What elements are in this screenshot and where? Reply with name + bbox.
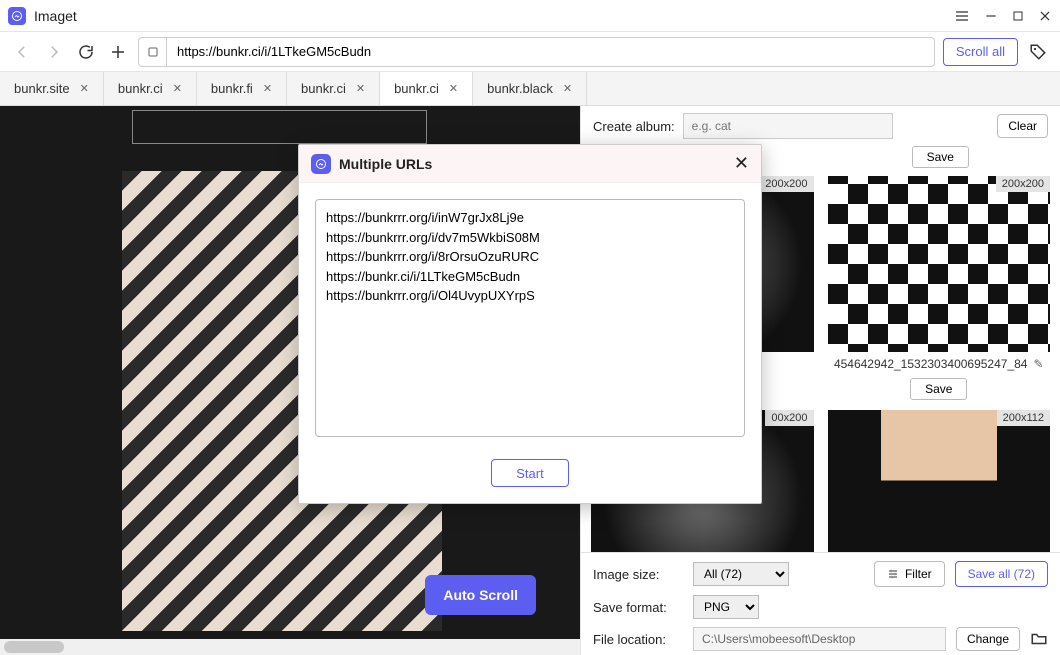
tab-5[interactable]: bunkr.black ✕: [473, 72, 587, 105]
nav-toolbar: Scroll all: [0, 32, 1060, 72]
dialog-title: Multiple URLs: [339, 156, 734, 172]
tab-label: bunkr.ci: [118, 81, 163, 96]
titlebar: Imaget: [0, 0, 1060, 32]
app-title: Imaget: [34, 8, 954, 24]
save-format-label: Save format:: [593, 600, 683, 615]
close-tab-icon[interactable]: ✕: [449, 82, 458, 95]
thumbnail[interactable]: 200x200 454642942_1532303400695247_84 ✎ …: [828, 176, 1051, 406]
urls-textarea[interactable]: [315, 199, 745, 437]
image-size-select[interactable]: All (72): [693, 562, 789, 586]
tab-4[interactable]: bunkr.ci ✕: [380, 72, 473, 105]
back-icon[interactable]: [10, 40, 34, 64]
dialog-body: [299, 183, 761, 459]
page-header-box: [132, 110, 427, 144]
save-format-select[interactable]: PNG: [693, 595, 759, 619]
close-tab-icon[interactable]: ✕: [80, 82, 89, 95]
image-size-row: Image size: All (72) Filter Save all (72…: [593, 561, 1048, 587]
file-location-input[interactable]: [693, 627, 946, 651]
file-location-label: File location:: [593, 632, 683, 647]
album-row: Create album: Clear: [581, 106, 1060, 146]
tab-label: bunkr.ci: [301, 81, 346, 96]
sliders-icon: [887, 568, 899, 580]
dimension-badge: 200x112: [997, 410, 1050, 426]
tab-label: bunkr.black: [487, 81, 553, 96]
edit-caption-icon[interactable]: ✎: [1033, 357, 1043, 371]
save-button[interactable]: Save: [910, 378, 967, 400]
folder-icon[interactable]: [1030, 630, 1048, 648]
forward-icon[interactable]: [42, 40, 66, 64]
app-logo-icon: [8, 7, 26, 25]
add-tab-icon[interactable]: [106, 40, 130, 64]
address-input[interactable]: [166, 37, 935, 67]
tab-0[interactable]: bunkr.site ✕: [0, 72, 104, 105]
image-size-label: Image size:: [593, 567, 683, 582]
tag-icon[interactable]: [1026, 40, 1050, 64]
window-controls: [954, 8, 1052, 24]
clear-button[interactable]: Clear: [997, 114, 1048, 138]
tab-label: bunkr.site: [14, 81, 70, 96]
auto-scroll-button[interactable]: Auto Scroll: [425, 575, 536, 615]
dialog-header: Multiple URLs ✕: [299, 145, 761, 183]
thumbnail-image: 200x200: [828, 176, 1051, 352]
save-format-row: Save format: PNG: [593, 595, 1048, 619]
reload-icon[interactable]: [74, 40, 98, 64]
bottom-controls: Image size: All (72) Filter Save all (72…: [581, 552, 1060, 655]
filter-label: Filter: [905, 567, 932, 581]
address-wrap: [138, 37, 935, 67]
close-tab-icon[interactable]: ✕: [356, 82, 365, 95]
file-location-row: File location: Change: [593, 627, 1048, 651]
maximize-icon[interactable]: [1012, 10, 1024, 22]
tab-strip: bunkr.site ✕ bunkr.ci ✕ bunkr.fi ✕ bunkr.ci…: [0, 72, 1060, 106]
create-album-label: Create album:: [593, 119, 675, 134]
multiple-urls-dialog: Multiple URLs ✕ Start: [298, 144, 762, 504]
filter-button[interactable]: Filter: [874, 561, 945, 587]
dimension-badge: 200x200: [996, 176, 1050, 192]
tab-label: bunkr.fi: [211, 81, 253, 96]
save-all-button[interactable]: Save all (72): [955, 561, 1048, 587]
dialog-footer: Start: [299, 459, 761, 503]
change-location-button[interactable]: Change: [956, 627, 1020, 651]
dimension-badge: 00x200: [765, 410, 813, 426]
tab-label: bunkr.ci: [394, 81, 439, 96]
dimension-badge: 200x200: [759, 176, 813, 192]
save-button[interactable]: Save: [912, 146, 969, 168]
close-icon[interactable]: [1038, 9, 1052, 23]
close-tab-icon[interactable]: ✕: [563, 82, 572, 95]
horizontal-scrollbar[interactable]: [0, 639, 580, 655]
tab-3[interactable]: bunkr.ci ✕: [287, 72, 380, 105]
site-info-icon[interactable]: [138, 37, 166, 67]
start-button[interactable]: Start: [491, 459, 568, 487]
album-name-input[interactable]: [683, 113, 893, 139]
thumbnail-image: 200x112: [828, 410, 1051, 552]
tab-1[interactable]: bunkr.ci ✕: [104, 72, 197, 105]
close-tab-icon[interactable]: ✕: [173, 82, 182, 95]
minimize-icon[interactable]: [984, 9, 998, 23]
hamburger-icon[interactable]: [954, 8, 970, 24]
close-dialog-icon[interactable]: ✕: [734, 153, 749, 174]
caption-text: 454642942_1532303400695247_84: [834, 357, 1028, 371]
scroll-all-button[interactable]: Scroll all: [943, 38, 1018, 66]
thumbnail[interactable]: 200x112: [828, 410, 1051, 552]
thumbnail-caption: 454642942_1532303400695247_84 ✎: [828, 352, 1051, 376]
close-tab-icon[interactable]: ✕: [263, 82, 272, 95]
dialog-logo-icon: [311, 154, 331, 174]
tab-2[interactable]: bunkr.fi ✕: [197, 72, 287, 105]
